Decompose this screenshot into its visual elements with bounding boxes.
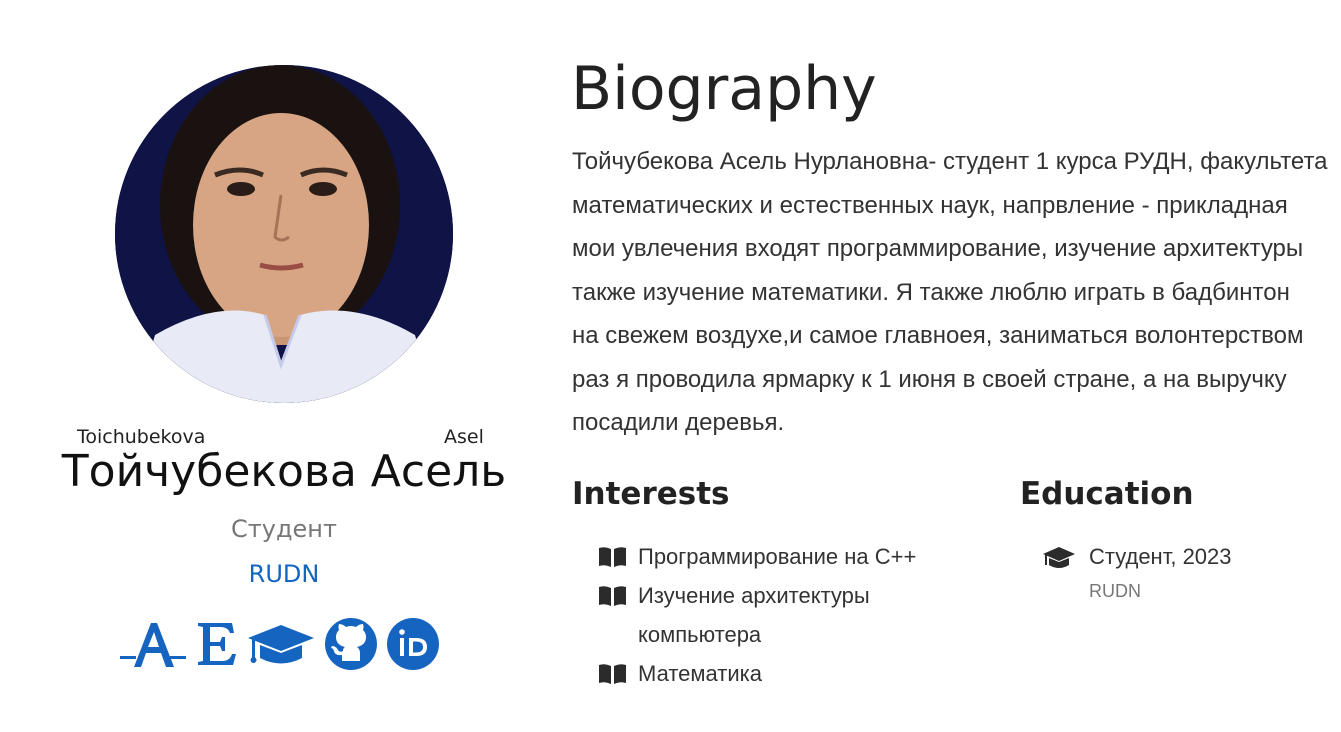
biography-title: Biography xyxy=(571,54,877,124)
biography-line: Тойчубекова Асель Нурлановна- студент 1 … xyxy=(572,148,1328,175)
orcid-link[interactable] xyxy=(386,614,440,674)
education-title: Education xyxy=(1020,476,1194,512)
biography-line: раз я проводила ярмарку к 1 июня в своей… xyxy=(572,365,1287,393)
interest-label: Изучение архитектуры компьютера xyxy=(638,583,870,647)
avatar xyxy=(115,65,453,403)
book-icon xyxy=(599,664,626,684)
github-link[interactable] xyxy=(324,614,378,674)
biography-line: посадили деревья. xyxy=(572,409,785,436)
profile-card: Toichubekova Asel Тойчубекова Асель Студ… xyxy=(40,0,528,732)
elibrary-icon xyxy=(198,623,236,665)
interest-item: Математика xyxy=(598,654,998,693)
social-links xyxy=(120,614,450,674)
biography-text: Тойчубекова Асель Нурлановна- студент 1 … xyxy=(572,140,1341,445)
biography-line: также изучение математики. Я также люблю… xyxy=(572,278,1290,306)
interest-label: Математика xyxy=(638,661,762,686)
biography-line: математических и естественных наук, напр… xyxy=(572,191,1288,219)
name-given-latin: Asel xyxy=(444,426,484,448)
interest-item: Программирование на C++ xyxy=(598,537,998,576)
graduation-cap-icon xyxy=(1043,547,1075,568)
elibrary-link[interactable] xyxy=(194,614,238,674)
biography-line: мои увлечения входят программирование, и… xyxy=(572,235,1304,262)
book-icon xyxy=(599,547,626,567)
github-icon xyxy=(325,618,377,670)
profile-name: Тойчубекова Асель xyxy=(61,446,507,497)
scholar-link[interactable] xyxy=(246,614,316,674)
interest-label: Программирование на C++ xyxy=(638,544,917,569)
graduation-cap-icon xyxy=(248,625,314,664)
book-icon xyxy=(599,586,626,606)
interests-list: Программирование на C++ Изучение архитек… xyxy=(598,537,998,693)
education-degree: Студент, 2023 xyxy=(1089,544,1232,569)
academia-icon xyxy=(120,623,186,667)
orcid-icon xyxy=(387,618,439,670)
biography-line: на свежем воздухе,и самое главноея, зани… xyxy=(572,322,1304,349)
interest-item: Изучение архитектуры компьютера xyxy=(598,576,998,654)
profile-page: Toichubekova Asel Тойчубекова Асель Студ… xyxy=(0,0,1341,732)
profile-organization-link[interactable]: RUDN xyxy=(40,560,528,588)
academia-link[interactable] xyxy=(120,614,186,674)
profile-role: Студент xyxy=(231,515,337,543)
interests-title: Interests xyxy=(572,476,730,512)
name-family-latin: Toichubekova xyxy=(77,426,206,448)
education-institution: RUDN xyxy=(1089,581,1141,601)
